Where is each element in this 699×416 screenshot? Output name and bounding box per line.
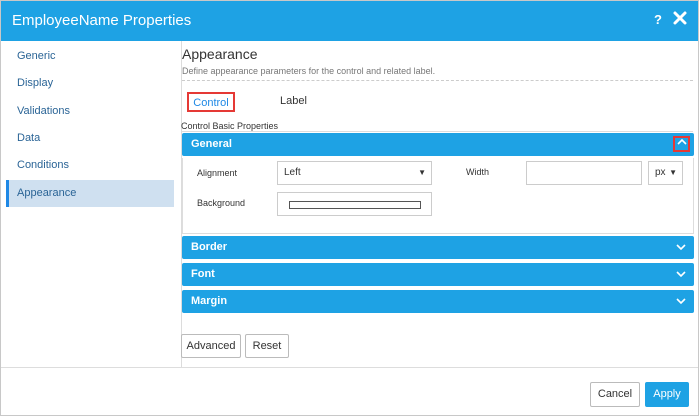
panel-margin-header[interactable]: Margin xyxy=(182,290,694,313)
cancel-button[interactable]: Cancel xyxy=(590,382,640,407)
width-unit-value: px xyxy=(655,167,666,178)
reset-button[interactable]: Reset xyxy=(245,334,289,358)
panel-border-title: Border xyxy=(191,241,228,253)
sidebar-item-generic[interactable]: Generic xyxy=(6,43,174,70)
background-color-picker[interactable] xyxy=(277,192,432,216)
sidebar-item-validations[interactable]: Validations xyxy=(6,98,174,125)
apply-button[interactable]: Apply xyxy=(645,382,689,407)
properties-dialog: EmployeeName Properties ? Generic Displa… xyxy=(0,0,699,416)
width-unit-select[interactable]: px ▼ xyxy=(648,161,683,185)
main-content: Appearance Define appearance parameters … xyxy=(181,41,698,367)
width-input[interactable] xyxy=(526,161,642,185)
close-icon[interactable] xyxy=(672,10,688,26)
width-label: Width xyxy=(466,167,490,177)
section-description: Define appearance parameters for the con… xyxy=(182,66,436,76)
panel-font-title: Font xyxy=(191,268,215,280)
basic-properties-divider xyxy=(182,131,693,132)
dialog-title: EmployeeName Properties xyxy=(12,12,192,29)
basic-properties-heading: Control Basic Properties xyxy=(181,121,279,131)
advanced-button[interactable]: Advanced xyxy=(181,334,241,358)
alignment-value: Left xyxy=(284,167,301,178)
section-divider xyxy=(182,80,693,81)
tab-label[interactable]: Label xyxy=(280,92,307,112)
tab-control[interactable]: Control xyxy=(187,92,235,112)
dropdown-arrow-icon: ▼ xyxy=(418,168,426,177)
background-color-swatch xyxy=(289,201,421,209)
sidebar-item-display[interactable]: Display xyxy=(6,70,174,97)
chevron-down-icon xyxy=(676,263,686,286)
dialog-footer: Cancel Apply xyxy=(1,367,698,415)
panel-border-header[interactable]: Border xyxy=(182,236,694,259)
chevron-up-icon[interactable] xyxy=(673,136,690,152)
background-label: Background xyxy=(197,198,246,208)
sidebar-item-appearance[interactable]: Appearance xyxy=(6,180,174,207)
panel-general-header[interactable]: General xyxy=(182,133,694,156)
chevron-down-icon xyxy=(676,290,686,313)
panel-general-title: General xyxy=(191,138,232,150)
chevron-down-icon xyxy=(676,236,686,259)
section-title: Appearance xyxy=(182,46,258,62)
alignment-label: Alignment xyxy=(197,168,238,178)
sidebar-item-data[interactable]: Data xyxy=(6,125,174,152)
sidebar: Generic Display Validations Data Conditi… xyxy=(1,41,182,367)
alignment-select[interactable]: Left ▼ xyxy=(277,161,432,185)
dialog-titlebar: EmployeeName Properties ? xyxy=(1,1,698,41)
dropdown-arrow-icon: ▼ xyxy=(669,168,677,177)
panel-font-header[interactable]: Font xyxy=(182,263,694,286)
panel-margin-title: Margin xyxy=(191,295,228,307)
sidebar-item-conditions[interactable]: Conditions xyxy=(6,152,174,179)
help-button[interactable]: ? xyxy=(654,12,662,27)
panel-general-body: Alignment Left ▼ Width px ▼ Background xyxy=(182,158,694,234)
